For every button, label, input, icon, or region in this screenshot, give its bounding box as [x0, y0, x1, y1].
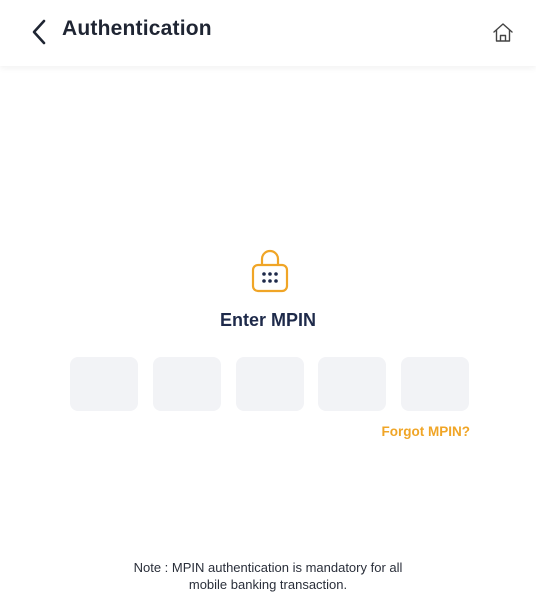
mpin-digit-5-input[interactable]: [401, 357, 469, 411]
mpin-digit-2-input[interactable]: [153, 357, 221, 411]
enter-mpin-heading: Enter MPIN: [219, 310, 316, 330]
mpin-input-group: [70, 357, 469, 411]
mpin-note: Note : MPIN authentication is mandatory …: [0, 559, 536, 593]
mpin-digit-3-input[interactable]: [236, 357, 304, 411]
mpin-digit-1-input[interactable]: [70, 357, 138, 411]
mpin-note-line-1: Note : MPIN authentication is mandatory …: [133, 560, 403, 575]
mpin-note-line-2: mobile banking transaction.: [188, 577, 348, 592]
lock-keypad-icon: [251, 249, 289, 293]
forgot-mpin-link[interactable]: Forgot MPIN?: [382, 424, 470, 439]
home-button[interactable]: [490, 20, 516, 46]
app-header: Authentication: [0, 0, 536, 66]
chevron-left-icon: [32, 19, 46, 45]
mpin-digit-4-input[interactable]: [318, 357, 386, 411]
home-icon: [493, 23, 513, 42]
back-button[interactable]: [26, 18, 52, 46]
page-title: Authentication: [62, 17, 212, 40]
